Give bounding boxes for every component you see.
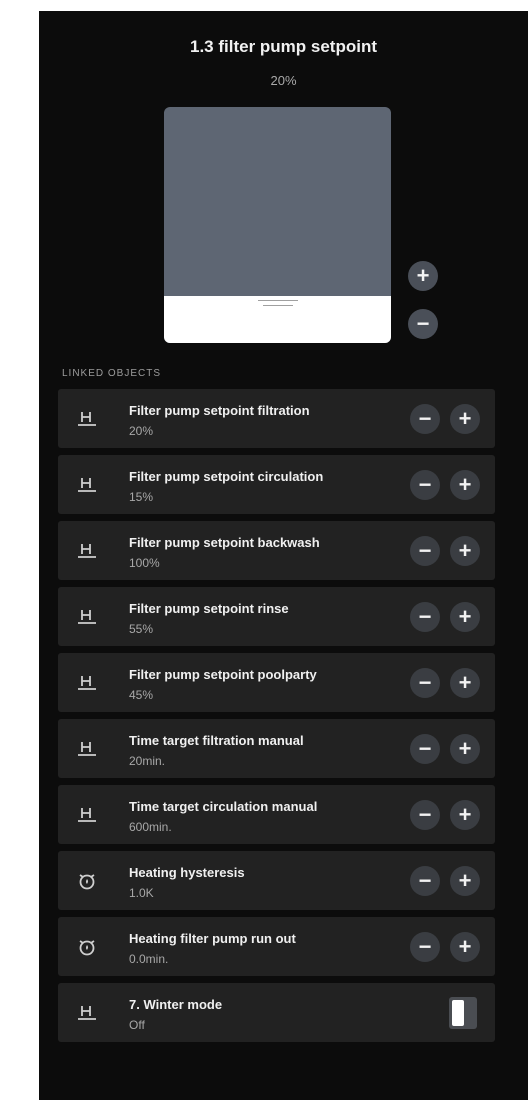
slider-fill [164,295,391,343]
linked-objects-label: LINKED OBJECTS [62,368,162,379]
linked-object-row: Filter pump setpoint filtration 20% − + [58,389,495,448]
page-title: 1.3 filter pump setpoint [189,37,378,56]
linked-object-row: Filter pump setpoint rinse 55% − + [58,587,495,646]
slider-handle[interactable] [257,299,298,306]
decrease-button[interactable]: − [410,536,440,566]
decrease-button[interactable]: − [410,866,440,896]
linked-object-value: 600min. [129,820,172,834]
increase-button[interactable]: + [450,602,480,632]
pump-icon [75,739,99,759]
linked-object-value: 20min. [129,754,166,768]
decrease-button[interactable]: − [410,800,440,830]
linked-object-row: Time target filtration manual 20min. − + [58,719,495,778]
linked-object-title: Time target circulation manual [129,799,318,814]
linked-object-value: 55% [129,622,154,636]
linked-object-row: Heating hysteresis 1.0K − + [58,851,495,910]
linked-object-title: Filter pump setpoint circulation [129,469,324,484]
linked-object-row: Filter pump setpoint poolparty 45% − + [58,653,495,712]
linked-object-value: 20% [129,424,154,438]
increase-button[interactable]: + [450,404,480,434]
linked-object-title: Filter pump setpoint backwash [129,535,320,550]
linked-object-title: Filter pump setpoint rinse [129,601,289,616]
decrease-button[interactable]: − [410,734,440,764]
pump-icon [75,607,99,627]
pump-icon [75,475,99,495]
decrease-button[interactable]: − [410,932,440,962]
linked-object-value: Off [129,1018,145,1032]
setpoint-slider[interactable] [164,107,391,343]
linked-object-title: Time target filtration manual [129,733,304,748]
increase-button[interactable]: + [450,734,480,764]
linked-object-value: 100% [129,556,160,570]
increase-button[interactable]: + [450,668,480,698]
linked-object-title: Filter pump setpoint poolparty [129,667,317,682]
linked-object-row: Heating filter pump run out 0.0min. − + [58,917,495,976]
linked-object-row: Filter pump setpoint circulation 15% − + [58,455,495,514]
increase-button[interactable]: + [450,536,480,566]
linked-objects-list: Filter pump setpoint filtration 20% − + Filt… [58,389,495,1049]
toggle-knob [452,1000,464,1026]
pump-icon [75,409,99,429]
linked-object-value: 1.0K [129,886,154,900]
linked-object-row: Filter pump setpoint backwash 100% − + [58,521,495,580]
setpoint-panel: 1.3 filter pump setpoint 20% + − LINKED … [39,11,528,1100]
increase-button[interactable]: + [450,470,480,500]
heating-icon [75,871,99,891]
pump-icon [75,805,99,825]
slider-increase-button[interactable]: + [408,261,438,291]
increase-button[interactable]: + [450,800,480,830]
increase-button[interactable]: + [450,932,480,962]
linked-object-title: 7. Winter mode [129,997,223,1012]
decrease-button[interactable]: − [410,602,440,632]
pump-icon [75,673,99,693]
linked-object-title: Heating hysteresis [129,865,245,880]
heating-icon [75,937,99,957]
slider-decrease-button[interactable]: − [408,309,438,339]
linked-object-row: Time target circulation manual 600min. − + [58,785,495,844]
pump-icon [75,541,99,561]
pump-icon [75,1003,99,1023]
linked-object-title: Filter pump setpoint filtration [129,403,310,418]
linked-object-value: 15% [129,490,154,504]
current-value: 20% [270,73,297,88]
decrease-button[interactable]: − [410,668,440,698]
linked-object-row: 7. Winter mode Off [58,983,495,1042]
decrease-button[interactable]: − [410,404,440,434]
increase-button[interactable]: + [450,866,480,896]
decrease-button[interactable]: − [410,470,440,500]
linked-object-value: 45% [129,688,154,702]
linked-object-value: 0.0min. [129,952,169,966]
linked-object-title: Heating filter pump run out [129,931,296,946]
winter-mode-toggle[interactable] [449,997,477,1029]
